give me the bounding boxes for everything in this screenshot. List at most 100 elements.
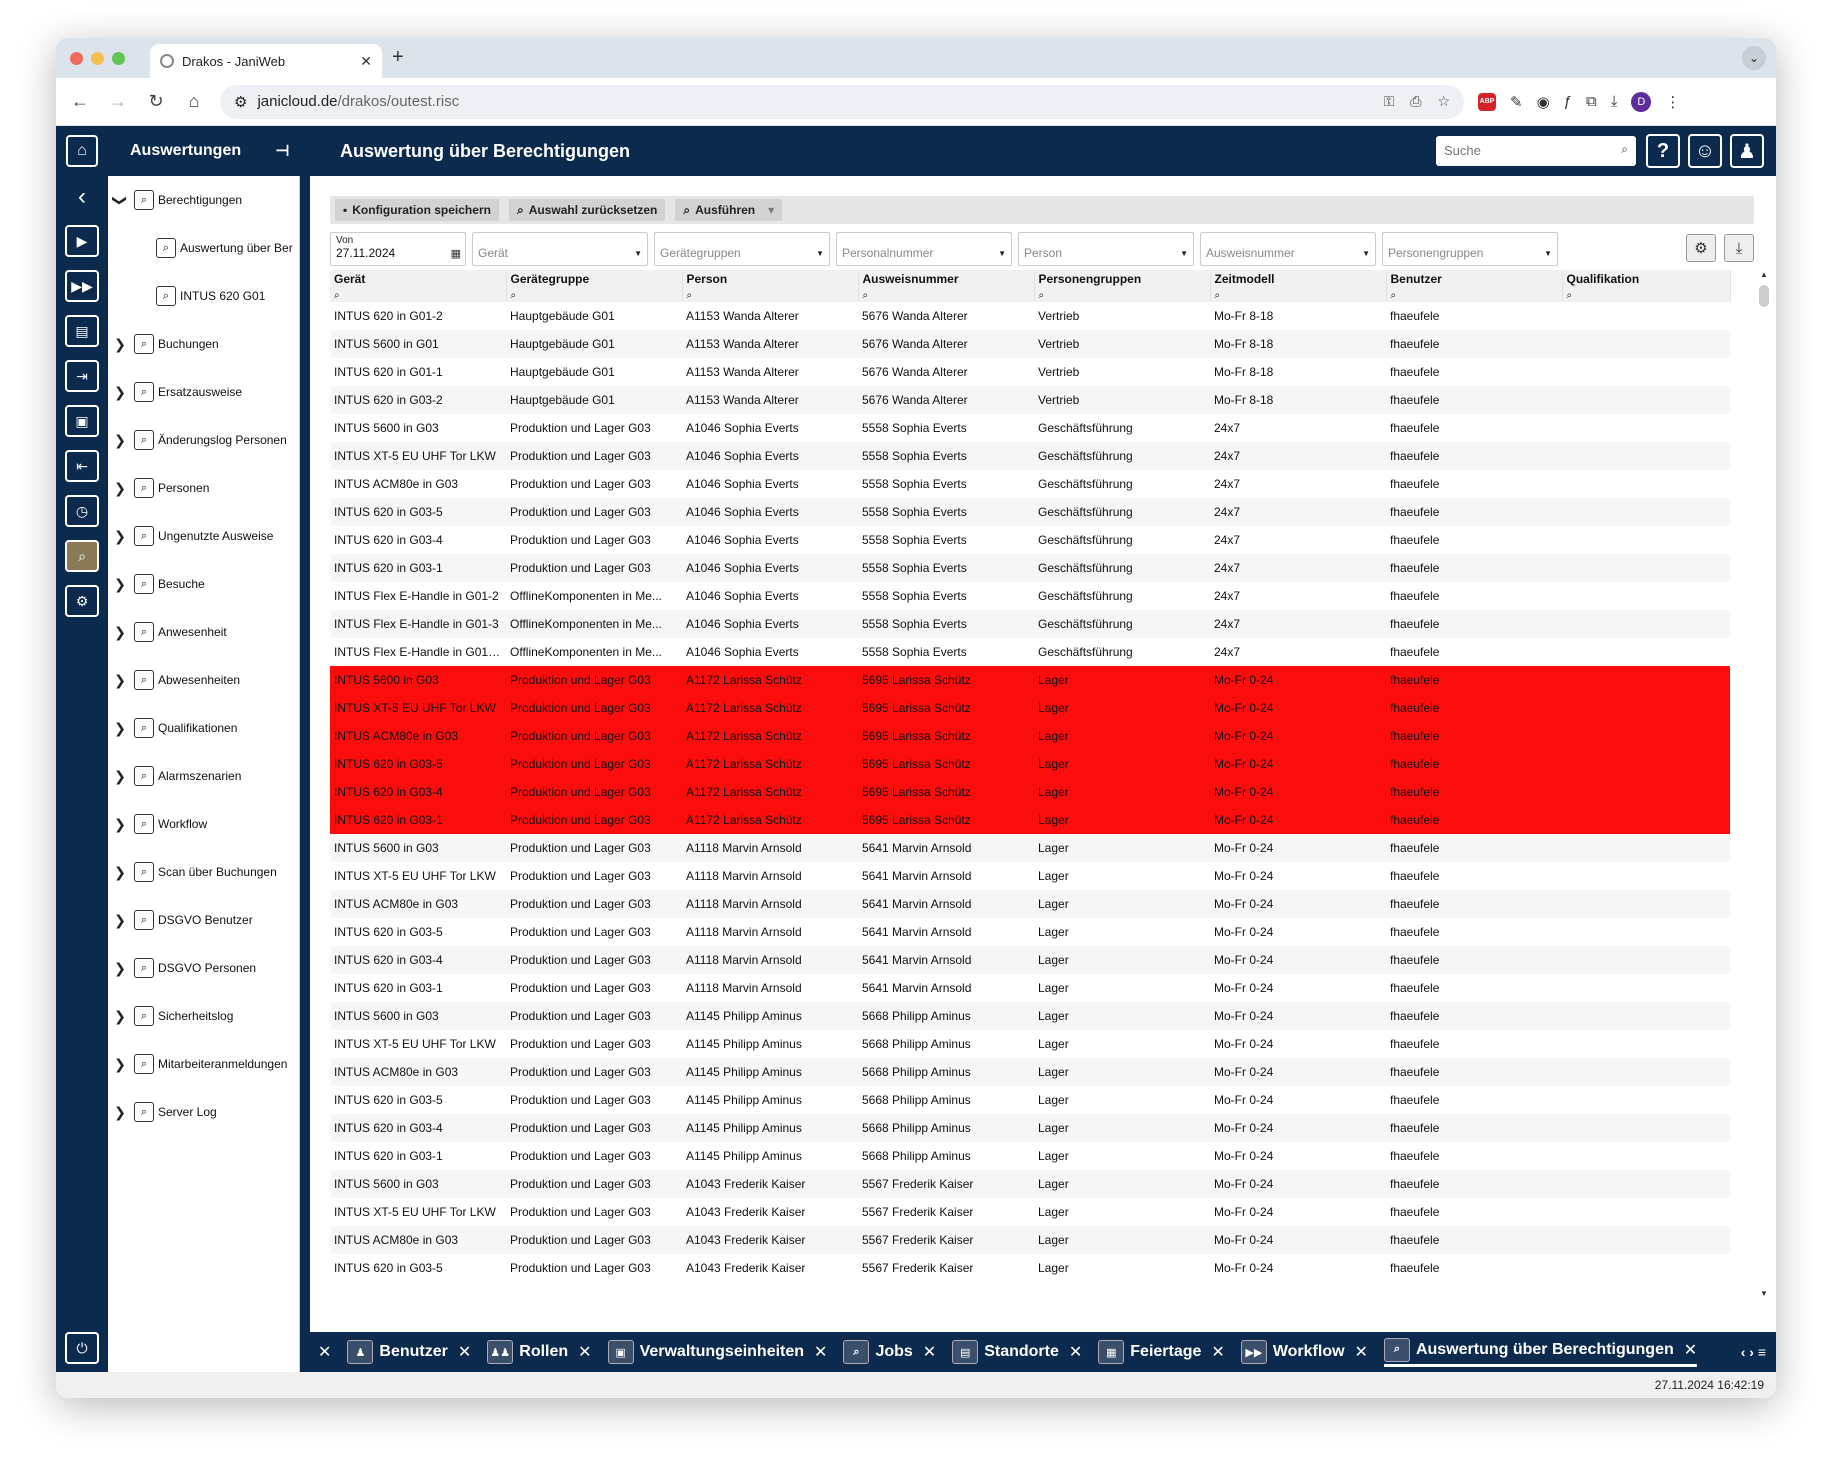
exit-module-icon[interactable]: ⇤ — [65, 450, 99, 482]
column-search-icon[interactable]: ⌕ — [858, 288, 1035, 302]
table-row[interactable]: INTUS ACM80e in G03 Produktion und Lager … — [330, 890, 1730, 918]
open-tab[interactable]: ♟ Benutzer ✕ — [347, 1340, 471, 1364]
table-row[interactable]: INTUS 620 in G03-4 Produktion und Lager G… — [330, 526, 1730, 554]
tab-navigation-icon[interactable]: ‹ › ≡ — [1741, 1344, 1766, 1360]
help-button[interactable]: ? — [1646, 134, 1680, 168]
column-search-icon[interactable]: ⌕ — [1034, 288, 1211, 302]
close-window-button[interactable] — [70, 52, 83, 65]
table-row[interactable]: INTUS 5600 in G03 Produktion und Lager G0… — [330, 834, 1730, 862]
chevron-right-icon[interactable]: ❯ — [110, 1104, 130, 1121]
chevron-right-icon[interactable]: ❯ — [110, 384, 130, 401]
adblock-extension-icon[interactable]: ABP — [1478, 92, 1496, 111]
tree-node[interactable]: ❯ ⌕ DSGVO Personen — [108, 944, 299, 992]
filter-geraet[interactable]: Gerät ▼ — [472, 232, 648, 266]
column-header[interactable]: Gerätegruppe — [506, 270, 683, 288]
entry-module-icon[interactable]: ⇥ — [65, 360, 99, 392]
open-tab[interactable]: ♟♟ Rollen ✕ — [487, 1340, 592, 1364]
close-tab-icon[interactable]: ✕ — [1684, 1340, 1697, 1360]
clock-module-icon[interactable]: ◷ — [65, 495, 99, 527]
tree-node[interactable]: ❯ ⌕ Buchungen — [108, 320, 299, 368]
open-tab[interactable]: ▣ Verwaltungseinheiten ✕ — [607, 1340, 827, 1364]
monitor-module-icon[interactable]: ▣ — [65, 405, 99, 437]
profile-avatar[interactable]: D — [1631, 91, 1652, 112]
table-row[interactable]: INTUS 620 in G03-5 Produktion und Lager G… — [330, 750, 1730, 778]
chat-button[interactable]: ☺ — [1688, 134, 1722, 168]
column-search-icon[interactable]: ⌕ — [1562, 288, 1731, 302]
column-header[interactable]: Ausweisnummer — [858, 270, 1035, 288]
close-all-tabs-icon[interactable]: ✕ — [318, 1342, 331, 1362]
chevron-right-icon[interactable]: ❯ — [110, 1056, 130, 1073]
run-button[interactable]: ⌕ Ausführen ▾ — [675, 199, 783, 221]
forward-icon[interactable]: → — [106, 91, 130, 112]
chevron-right-icon[interactable]: ❯ — [110, 1008, 130, 1025]
chevron-right-icon[interactable]: ❯ — [110, 768, 130, 785]
reports-module-icon[interactable]: ⌕ — [65, 540, 99, 572]
table-row[interactable]: INTUS 620 in G01-1 Hauptgebäude G01 A1153 … — [330, 358, 1730, 386]
install-app-icon[interactable]: ⎙ — [1410, 93, 1421, 110]
tree-node[interactable]: ❯ ⌕ Berechtigungen — [108, 176, 299, 224]
column-header[interactable]: Gerät — [330, 270, 507, 288]
table-row[interactable]: INTUS 620 in G03-5 Produktion und Lager G… — [330, 498, 1730, 526]
tree-node[interactable]: ❯ ⌕ Ersatzausweise — [108, 368, 299, 416]
chevron-right-icon[interactable]: ❯ — [110, 816, 130, 833]
date-from-field[interactable]: Von 27.11.2024 ▦ — [330, 232, 466, 266]
filter-personalnummer[interactable]: Personalnummer ▼ — [836, 232, 1012, 266]
close-tab-icon[interactable]: ✕ — [814, 1342, 827, 1362]
close-tab-icon[interactable]: ✕ — [1211, 1342, 1224, 1362]
chevron-right-icon[interactable]: ❯ — [110, 672, 130, 689]
open-tab[interactable]: ▦ Feiertage ✕ — [1098, 1340, 1225, 1364]
user-profile-button[interactable]: ♟ — [1730, 134, 1764, 168]
open-tab[interactable]: ⌕ Jobs ✕ — [843, 1340, 936, 1364]
reload-icon[interactable]: ↻ — [144, 91, 168, 112]
export-button[interactable]: ⤓ — [1724, 234, 1754, 262]
settings-module-icon[interactable]: ⚙ — [65, 585, 99, 617]
new-tab-button[interactable]: + — [392, 46, 404, 69]
table-row[interactable]: INTUS 620 in G03-4 Produktion und Lager G… — [330, 1114, 1730, 1142]
tree-node[interactable]: ❯ ⌕ Besuche — [108, 560, 299, 608]
table-row[interactable]: INTUS Flex E-Handle in G01-3 OfflineKompo… — [330, 610, 1730, 638]
close-tab-icon[interactable]: ✕ — [1355, 1342, 1368, 1362]
table-row[interactable]: INTUS 5600 in G03 Produktion und Lager G0… — [330, 666, 1730, 694]
dropdown-icon[interactable]: ▾ — [768, 203, 774, 217]
table-row[interactable]: INTUS 620 in G03-1 Produktion und Lager G… — [330, 974, 1730, 1002]
tree-node[interactable]: ❯ ⌕ Alarmszenarien — [108, 752, 299, 800]
eyedropper-extension-icon[interactable]: ✎ — [1510, 93, 1523, 111]
table-row[interactable]: INTUS 5600 in G03 Produktion und Lager G0… — [330, 1002, 1730, 1030]
back-icon[interactable]: ← — [68, 91, 92, 112]
minimize-window-button[interactable] — [91, 52, 104, 65]
table-row[interactable]: INTUS 620 in G03-5 Produktion und Lager G… — [330, 918, 1730, 946]
power-icon[interactable]: ⏻ — [65, 1332, 99, 1364]
tree-node[interactable]: ❯ ⌕ DSGVO Benutzer — [108, 896, 299, 944]
table-row[interactable]: INTUS XT-5 EU UHF Tor LKW Produktion und … — [330, 1198, 1730, 1226]
pin-icon[interactable]: ⊣ — [275, 141, 290, 161]
tree-node[interactable]: ❯ ⌕ Scan über Buchungen — [108, 848, 299, 896]
column-header[interactable]: Personengruppen — [1034, 270, 1211, 288]
column-search-icon[interactable]: ⌕ — [1210, 288, 1387, 302]
chevron-right-icon[interactable]: ❯ — [110, 480, 130, 497]
login-module-icon[interactable]: ▶ — [65, 225, 99, 257]
chevron-right-icon[interactable]: ❯ — [110, 432, 130, 449]
home-icon[interactable]: ⌂ — [182, 91, 206, 112]
table-row[interactable]: INTUS 5600 in G01 Hauptgebäude G01 A1153 W… — [330, 330, 1730, 358]
column-search-icon[interactable]: ⌕ — [330, 288, 507, 302]
chevron-down-icon[interactable]: ❯ — [112, 190, 129, 210]
panel-splitter[interactable] — [300, 176, 310, 1372]
open-tab[interactable]: ⌕ Auswertung über Berechtigungen ✕ — [1383, 1337, 1698, 1367]
column-header[interactable]: Qualifikation — [1562, 270, 1731, 288]
chevron-right-icon[interactable]: ❯ — [110, 624, 130, 641]
table-row[interactable]: INTUS 5600 in G03 Produktion und Lager G0… — [330, 1170, 1730, 1198]
table-row[interactable]: INTUS XT-5 EU UHF Tor LKW Produktion und … — [330, 694, 1730, 722]
filter-personengruppen[interactable]: Personengruppen ▼ — [1382, 232, 1558, 266]
filter-person[interactable]: Person ▼ — [1018, 232, 1194, 266]
table-row[interactable]: INTUS ACM80e in G03 Produktion und Lager … — [330, 722, 1730, 750]
tree-node[interactable]: ❯ ⌕ Workflow — [108, 800, 299, 848]
tree-node[interactable]: ❯ ⌕ Server Log — [108, 1088, 299, 1136]
table-row[interactable]: INTUS Flex E-Handle in G01-2 OfflineKompo… — [330, 582, 1730, 610]
tree-node[interactable]: ❯ ⌕ Sicherheitslog — [108, 992, 299, 1040]
table-row[interactable]: INTUS XT-5 EU UHF Tor LKW Produktion und … — [330, 442, 1730, 470]
download-icon[interactable]: ⤓ — [1611, 93, 1618, 110]
tree-node[interactable]: ❯ ⌕ Änderungslog Personen — [108, 416, 299, 464]
table-row[interactable]: INTUS 620 in G03-2 Hauptgebäude G01 A1153 … — [330, 386, 1730, 414]
site-settings-icon[interactable]: ⚙ — [234, 93, 247, 111]
search-input[interactable]: Suche ⌕ — [1436, 136, 1636, 166]
